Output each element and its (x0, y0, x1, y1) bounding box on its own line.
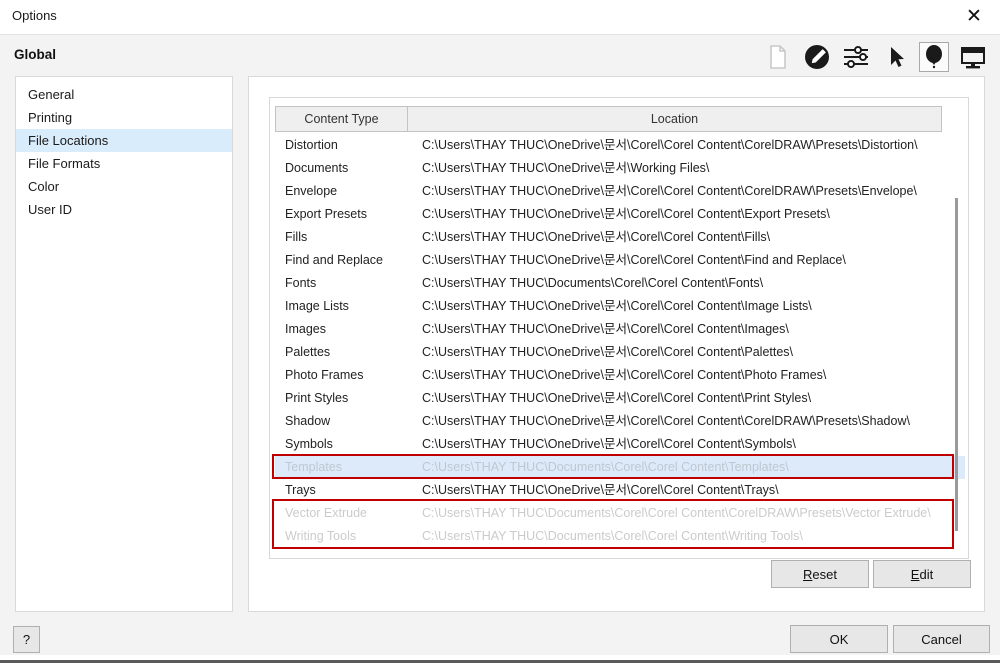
ok-button[interactable]: OK (790, 625, 888, 653)
pen-circle-icon[interactable] (802, 42, 832, 72)
table-row[interactable]: Print Styles C:\Users\THAY THUC\OneDrive… (275, 387, 965, 410)
content-type-cell: Fonts (285, 272, 417, 295)
content-type-cell: Trays (285, 479, 417, 502)
location-cell: C:\Users\THAY THUC\Documents\Corel\Corel… (417, 502, 965, 525)
sidebar-item-file-formats[interactable]: File Formats (16, 152, 232, 175)
sidebar-item-general[interactable]: General (16, 83, 232, 106)
vertical-scrollbar[interactable] (955, 198, 958, 531)
document-icon[interactable] (763, 42, 793, 72)
table-row[interactable]: Symbols C:\Users\THAY THUC\OneDrive\문서\C… (275, 433, 965, 456)
file-locations-table: Content Type Location Distortion C:\User… (269, 97, 969, 559)
sidebar-item-printing[interactable]: Printing (16, 106, 232, 129)
location-cell: C:\Users\THAY THUC\Documents\Corel\Corel… (417, 272, 965, 295)
content-type-cell: Palettes (285, 341, 417, 364)
location-cell: C:\Users\THAY THUC\Documents\Corel\Corel… (417, 456, 965, 479)
location-cell: C:\Users\THAY THUC\OneDrive\문서\Corel\Cor… (417, 180, 965, 203)
table-row[interactable]: Distortion C:\Users\THAY THUC\OneDrive\문… (275, 134, 965, 157)
table-row[interactable]: Export Presets C:\Users\THAY THUC\OneDri… (275, 203, 965, 226)
table-row[interactable]: Image Lists C:\Users\THAY THUC\OneDrive\… (275, 295, 965, 318)
page-title: Global (14, 47, 56, 62)
sliders-icon[interactable] (841, 42, 871, 72)
location-cell: C:\Users\THAY THUC\OneDrive\문서\Corel\Cor… (417, 249, 965, 272)
help-button[interactable]: ? (13, 626, 40, 653)
content-type-cell: Fills (285, 226, 417, 249)
reset-button[interactable]: Reset (771, 560, 869, 588)
table-row[interactable]: Vector Extrude C:\Users\THAY THUC\Docume… (275, 502, 965, 525)
content-type-cell: Shadow (285, 410, 417, 433)
location-cell: C:\Users\THAY THUC\OneDrive\문서\Corel\Cor… (417, 387, 965, 410)
edit-button[interactable]: Edit (873, 560, 971, 588)
cursor-icon[interactable] (880, 42, 910, 72)
table-row[interactable]: Images C:\Users\THAY THUC\OneDrive\문서\Co… (275, 318, 965, 341)
table-row[interactable]: Envelope C:\Users\THAY THUC\OneDrive\문서\… (275, 180, 965, 203)
content-type-cell: Writing Tools (285, 525, 417, 548)
location-cell: C:\Users\THAY THUC\OneDrive\문서\Corel\Cor… (417, 134, 965, 157)
location-cell: C:\Users\THAY THUC\OneDrive\문서\Corel\Cor… (417, 318, 965, 341)
sidebar-item-file-locations[interactable]: File Locations (16, 129, 232, 152)
column-header-content-type[interactable]: Content Type (275, 106, 408, 132)
table-row[interactable]: Fonts C:\Users\THAY THUC\Documents\Corel… (275, 272, 965, 295)
location-cell: C:\Users\THAY THUC\OneDrive\문서\Corel\Cor… (417, 341, 965, 364)
content-type-cell: Symbols (285, 433, 417, 456)
table-row[interactable]: Palettes C:\Users\THAY THUC\OneDrive\문서\… (275, 341, 965, 364)
content-type-cell: Images (285, 318, 417, 341)
window-bottom-edge (0, 660, 1000, 663)
sidebar-item-user-id[interactable]: User ID (16, 198, 232, 221)
content-type-cell: Print Styles (285, 387, 417, 410)
table-row[interactable]: Find and Replace C:\Users\THAY THUC\OneD… (275, 249, 965, 272)
content-type-cell: Documents (285, 157, 417, 180)
table-header: Content Type Location (275, 106, 943, 132)
table-row[interactable]: Fills C:\Users\THAY THUC\OneDrive\문서\Cor… (275, 226, 965, 249)
table-row[interactable]: Documents C:\Users\THAY THUC\OneDrive\문서… (275, 157, 965, 180)
content-type-cell: Export Presets (285, 203, 417, 226)
table-row[interactable]: Templates C:\Users\THAY THUC\Documents\C… (275, 456, 965, 479)
location-cell: C:\Users\THAY THUC\OneDrive\문서\Corel\Cor… (417, 364, 965, 387)
window-title: Options (12, 8, 57, 23)
content-type-cell: Distortion (285, 134, 417, 157)
content-type-cell: Image Lists (285, 295, 417, 318)
sidebar-item-color[interactable]: Color (16, 175, 232, 198)
content-type-cell: Templates (285, 456, 417, 479)
table-row[interactable]: Photo Frames C:\Users\THAY THUC\OneDrive… (275, 364, 965, 387)
content-type-cell: Find and Replace (285, 249, 417, 272)
options-category-list: General Printing File Locations File For… (15, 76, 233, 612)
location-cell: C:\Users\THAY THUC\OneDrive\문서\Corel\Cor… (417, 226, 965, 249)
content-type-cell: Photo Frames (285, 364, 417, 387)
cancel-button[interactable]: Cancel (893, 625, 990, 653)
monitor-icon[interactable] (958, 42, 988, 72)
table-row[interactable]: Trays C:\Users\THAY THUC\OneDrive\문서\Cor… (275, 479, 965, 502)
file-locations-panel: Content Type Location Distortion C:\User… (248, 76, 985, 612)
table-row[interactable]: Shadow C:\Users\THAY THUC\OneDrive\문서\Co… (275, 410, 965, 433)
content-type-cell: Vector Extrude (285, 502, 417, 525)
balloon-icon[interactable] (919, 42, 949, 72)
location-cell: C:\Users\THAY THUC\OneDrive\문서\Corel\Cor… (417, 479, 965, 502)
location-cell: C:\Users\THAY THUC\OneDrive\문서\Corel\Cor… (417, 410, 965, 433)
location-cell: C:\Users\THAY THUC\Documents\Corel\Corel… (417, 525, 965, 548)
location-cell: C:\Users\THAY THUC\OneDrive\문서\Corel\Cor… (417, 203, 965, 226)
column-header-location[interactable]: Location (407, 106, 942, 132)
options-dialog-body: Global (0, 34, 1000, 655)
close-icon[interactable]: ✕ (960, 3, 988, 31)
category-toolbar (763, 40, 988, 74)
location-cell: C:\Users\THAY THUC\OneDrive\문서\Corel\Cor… (417, 433, 965, 456)
location-cell: C:\Users\THAY THUC\OneDrive\문서\Corel\Cor… (417, 295, 965, 318)
table-row[interactable]: Writing Tools C:\Users\THAY THUC\Documen… (275, 525, 965, 548)
location-cell: C:\Users\THAY THUC\OneDrive\문서\Working F… (417, 157, 965, 180)
table-rows: Distortion C:\Users\THAY THUC\OneDrive\문… (275, 134, 965, 548)
content-type-cell: Envelope (285, 180, 417, 203)
title-bar: Options ✕ (0, 0, 1000, 34)
